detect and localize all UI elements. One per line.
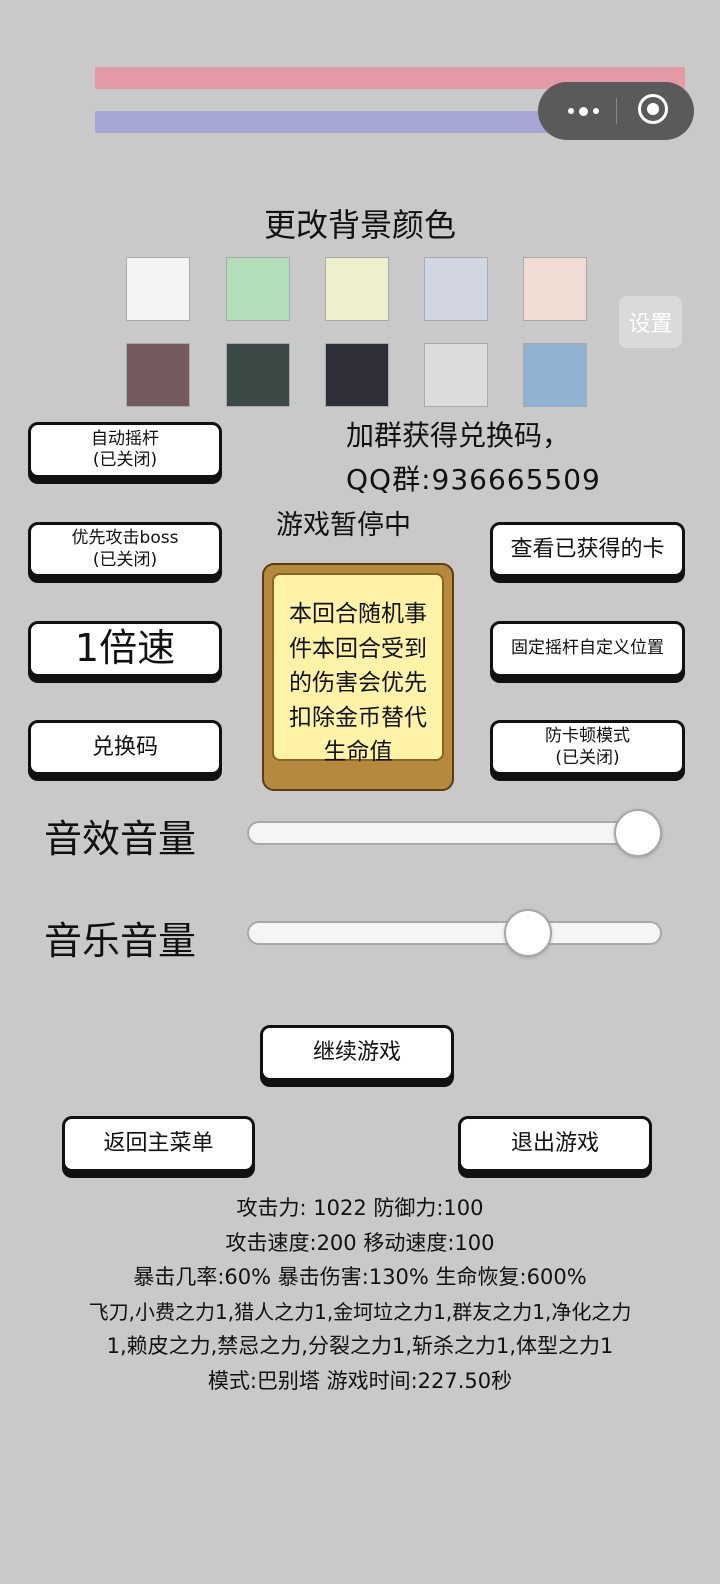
music-volume-label: 音乐音量	[44, 919, 197, 963]
music-volume-knob[interactable]	[503, 909, 552, 957]
color-swatch[interactable]	[226, 343, 290, 407]
sfx-volume-track[interactable]	[247, 821, 662, 845]
speed-button[interactable]: 1倍速	[28, 621, 222, 677]
color-swatch[interactable]	[325, 257, 389, 321]
auto-joystick-label: 自动摇杆	[91, 428, 159, 449]
color-swatch[interactable]	[226, 257, 290, 321]
miniprogram-capsule	[538, 82, 694, 140]
stats-line: 暴击几率:60% 暴击伤害:130% 生命恢复:600%	[133, 1265, 587, 1289]
color-swatch[interactable]	[523, 257, 587, 321]
exit-game-label: 退出游戏	[510, 1131, 599, 1157]
anti-lag-button[interactable]: 防卡顿模式 (已关闭)	[490, 720, 685, 775]
auto-joystick-button[interactable]: 自动摇杆 (已关闭)	[28, 422, 222, 478]
view-cards-label: 查看已获得的卡	[510, 536, 665, 562]
view-cards-button[interactable]: 查看已获得的卡	[490, 522, 685, 577]
capsule-divider	[616, 98, 617, 124]
color-swatch[interactable]	[424, 257, 488, 321]
stats-line: 模式:巴别塔 游戏时间:227.50秒	[207, 1368, 513, 1393]
exit-game-button[interactable]: 退出游戏	[458, 1116, 652, 1172]
priority-boss-button[interactable]: 优先攻击boss (已关闭)	[28, 522, 222, 577]
target-circle-icon[interactable]	[638, 94, 668, 124]
background-color-title: 更改背景颜色	[263, 206, 456, 244]
redeem-code-label: 兑换码	[91, 734, 158, 760]
speed-label: 1倍速	[74, 626, 176, 671]
color-swatch[interactable]	[325, 343, 389, 407]
continue-game-label: 继续游戏	[312, 1040, 401, 1066]
auto-joystick-state: (已关闭)	[92, 450, 158, 470]
stats-line: 1,赖皮之力,禁忌之力,分裂之力1,斩杀之力1,体型之力1	[106, 1334, 614, 1358]
color-swatch[interactable]	[126, 257, 190, 321]
sfx-volume-knob[interactable]	[614, 809, 662, 857]
sfx-volume-label: 音效音量	[44, 817, 197, 861]
main-menu-label: 返回主菜单	[103, 1131, 214, 1157]
settings-button[interactable]: 设置	[619, 296, 682, 348]
qq-group-line1: 加群获得兑换码，	[346, 419, 571, 452]
stats-line: 攻击力: 1022 防御力:100	[236, 1196, 484, 1220]
stats-line: 攻击速度:200 移动速度:100	[225, 1230, 495, 1255]
redeem-code-button[interactable]: 兑换码	[28, 720, 222, 775]
anti-lag-state: (已关闭)	[555, 747, 620, 768]
color-swatch[interactable]	[424, 343, 488, 407]
random-event-text: 本回合随机事件本回合受到的伤害会优先扣除金币替代生命值	[272, 573, 444, 765]
color-swatch[interactable]	[126, 343, 190, 407]
priority-boss-state: (已关闭)	[92, 549, 158, 570]
pause-status: 游戏暂停中	[276, 510, 411, 541]
more-dots-icon[interactable]	[558, 96, 608, 126]
continue-game-button[interactable]: 继续游戏	[260, 1025, 454, 1081]
qq-group-line2: QQ群:936665509	[346, 463, 601, 496]
priority-boss-label: 优先攻击boss	[71, 528, 179, 549]
stats-panel: 攻击力: 1022 防御力:100 攻击速度:200 移动速度:100 暴击几率…	[40, 1191, 680, 1398]
main-menu-button[interactable]: 返回主菜单	[62, 1116, 255, 1172]
color-swatch[interactable]	[523, 343, 587, 407]
fixed-joystick-button[interactable]: 固定摇杆自定义位置	[490, 621, 685, 677]
stats-line: 飞刀,小费之力1,猎人之力1,金坷垃之力1,群友之力1,净化之力	[88, 1299, 632, 1324]
anti-lag-label: 防卡顿模式	[545, 726, 630, 747]
random-event-card: 本回合随机事件本回合受到的伤害会优先扣除金币替代生命值	[262, 563, 454, 791]
music-volume-track[interactable]	[247, 921, 662, 945]
fixed-joystick-label: 固定摇杆自定义位置	[511, 638, 664, 659]
